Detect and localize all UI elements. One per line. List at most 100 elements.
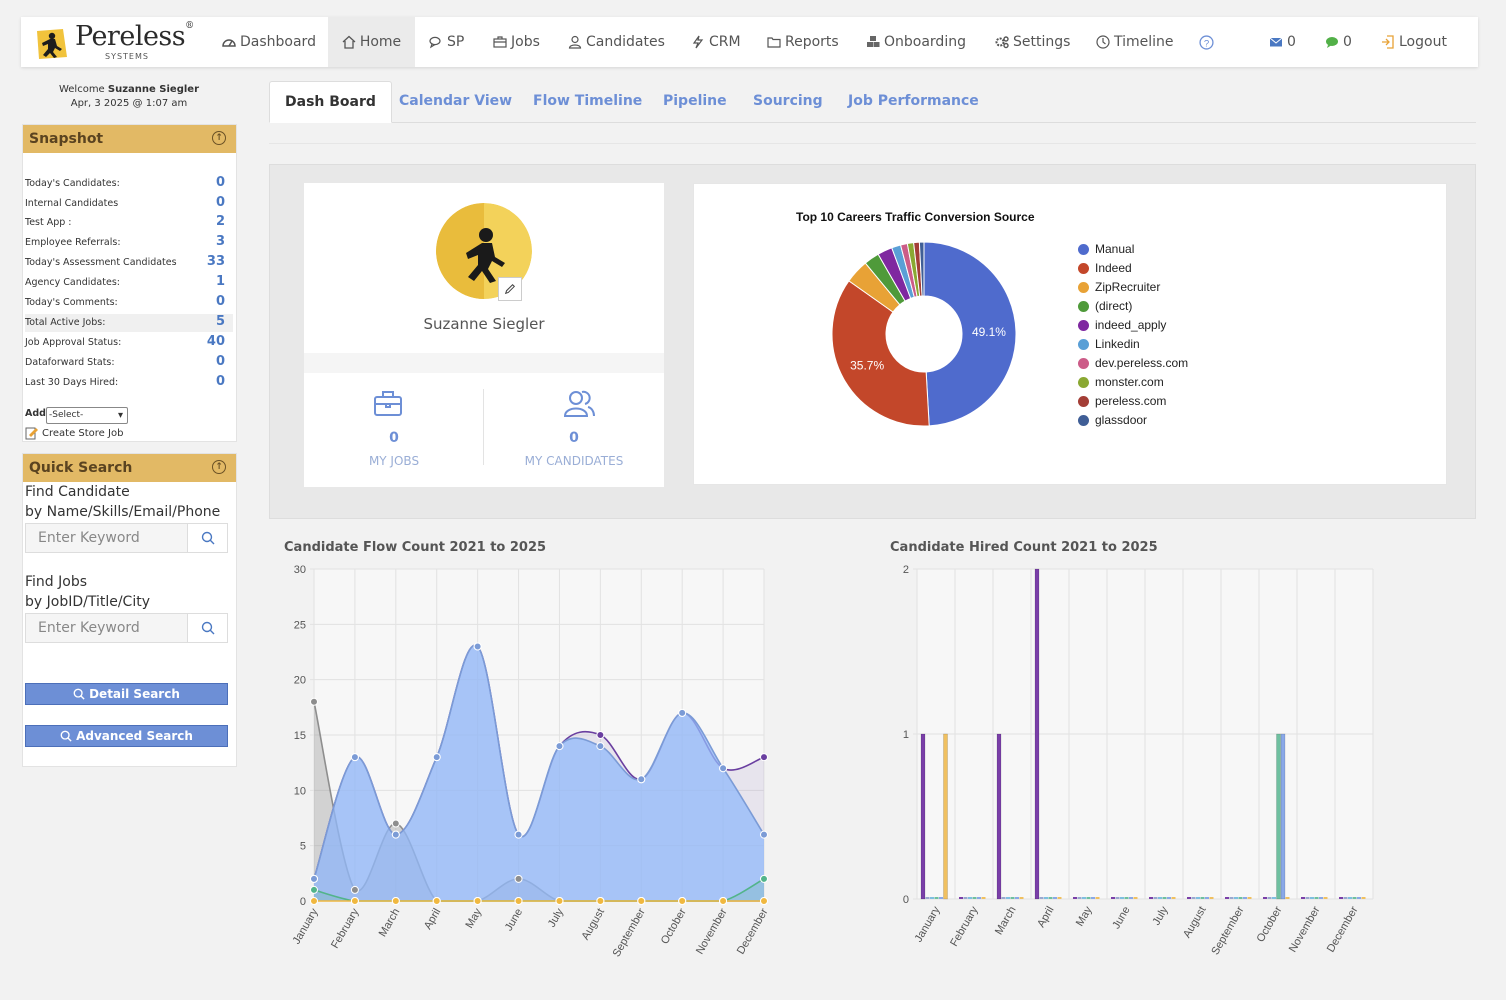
data-point[interactable] xyxy=(514,830,523,839)
data-point[interactable] xyxy=(310,885,318,894)
bar[interactable] xyxy=(1073,897,1077,899)
snapshot-row[interactable]: Today's Comments: 0 xyxy=(25,294,233,312)
candidate-search-button[interactable] xyxy=(187,524,227,552)
legend-item[interactable]: Linkedin xyxy=(1078,336,1140,352)
bar[interactable] xyxy=(1001,897,1006,899)
bar[interactable] xyxy=(1243,897,1247,899)
bar[interactable] xyxy=(1310,897,1314,899)
bar[interactable] xyxy=(972,897,977,899)
bar[interactable] xyxy=(1314,897,1319,899)
snapshot-header[interactable]: Snapshot ↑ xyxy=(23,125,236,153)
bar[interactable] xyxy=(981,897,986,899)
snapshot-row[interactable]: Today's Assessment Candidates 33 xyxy=(25,254,233,272)
pereless-logo[interactable]: Pereless® SYSTEMS xyxy=(33,21,198,63)
bar[interactable] xyxy=(1234,897,1238,899)
data-point[interactable] xyxy=(391,897,400,905)
bar[interactable] xyxy=(1272,897,1276,899)
snapshot-row[interactable]: Internal Candidates 0 xyxy=(25,195,233,213)
legend-item[interactable]: monster.com xyxy=(1078,374,1164,390)
bar[interactable] xyxy=(1343,897,1348,899)
snapshot-row-value[interactable]: 5 xyxy=(216,314,225,329)
snapshot-row[interactable]: Today's Candidates: 0 xyxy=(25,175,233,193)
nav-reports[interactable]: Reports xyxy=(767,17,839,67)
logout-button[interactable]: Logout xyxy=(1381,17,1447,67)
bar[interactable] xyxy=(1238,897,1243,899)
nav-onboarding[interactable]: Onboarding xyxy=(866,17,966,67)
bar[interactable] xyxy=(920,733,926,900)
nav-candidates[interactable]: Candidates xyxy=(568,17,665,67)
tab-sourcing[interactable]: Sourcing xyxy=(738,81,838,123)
data-point[interactable] xyxy=(350,897,359,905)
bar[interactable] xyxy=(968,897,972,899)
snapshot-row[interactable]: Employee Referrals: 3 xyxy=(25,234,233,252)
bar[interactable] xyxy=(1267,897,1272,899)
bar[interactable] xyxy=(1019,897,1024,899)
bar[interactable] xyxy=(1339,897,1343,899)
bar[interactable] xyxy=(1015,897,1019,899)
bar[interactable] xyxy=(1247,897,1252,899)
bar[interactable] xyxy=(963,897,968,899)
bar[interactable] xyxy=(996,733,1002,900)
data-point[interactable] xyxy=(555,897,564,905)
bar[interactable] xyxy=(1196,897,1200,899)
legend-item[interactable]: ZipRecruiter xyxy=(1078,279,1160,295)
candidate-search-input[interactable]: Enter Keyword xyxy=(25,523,228,553)
data-point[interactable] xyxy=(760,753,768,762)
bar[interactable] xyxy=(1053,897,1057,899)
data-point[interactable] xyxy=(596,731,605,739)
tab-pipeline[interactable]: Pipeline xyxy=(648,81,742,123)
bar[interactable] xyxy=(1153,897,1158,899)
nav-settings[interactable]: Settings xyxy=(995,17,1070,67)
data-point[interactable] xyxy=(350,885,359,894)
bar[interactable] xyxy=(1205,897,1209,899)
bar[interactable] xyxy=(1034,568,1040,900)
bar[interactable] xyxy=(1225,897,1229,899)
bar[interactable] xyxy=(934,897,939,899)
nav-crm[interactable]: CRM xyxy=(691,17,741,67)
snapshot-row[interactable]: Last 30 Days Hired: 0 xyxy=(25,374,233,392)
bar[interactable] xyxy=(1039,897,1044,899)
quick-search-header[interactable]: Quick Search ↑ xyxy=(23,454,236,482)
bar[interactable] xyxy=(1149,897,1153,899)
bar[interactable] xyxy=(1006,897,1010,899)
snapshot-row[interactable]: Dataforward Stats: 0 xyxy=(25,354,233,372)
bar[interactable] xyxy=(1209,897,1214,899)
data-point[interactable] xyxy=(760,874,768,883)
tab-dash-board[interactable]: Dash Board xyxy=(269,81,392,123)
tab-flow-timeline[interactable]: Flow Timeline xyxy=(518,81,657,123)
bar[interactable] xyxy=(1111,897,1115,899)
snapshot-row[interactable]: Job Approval Status: 40 xyxy=(25,334,233,352)
bar[interactable] xyxy=(1086,897,1091,899)
chat-button[interactable]: 0 xyxy=(1325,17,1352,67)
bar[interactable] xyxy=(977,897,981,899)
bar[interactable] xyxy=(1323,897,1328,899)
bar[interactable] xyxy=(1010,897,1015,899)
bar[interactable] xyxy=(959,897,963,899)
data-point[interactable] xyxy=(473,897,482,905)
legend-item[interactable]: Indeed xyxy=(1078,260,1132,276)
snapshot-row-value[interactable]: 40 xyxy=(207,334,225,349)
legend-item[interactable]: indeed_apply xyxy=(1078,317,1166,333)
data-point[interactable] xyxy=(596,897,605,905)
data-point[interactable] xyxy=(637,897,646,905)
bar[interactable] xyxy=(1319,897,1323,899)
nav-dashboard[interactable]: Dashboard xyxy=(222,17,328,67)
data-point[interactable] xyxy=(310,874,318,883)
detail-search-button[interactable]: Detail Search xyxy=(25,683,228,705)
collapse-arrow-icon[interactable]: ↑ xyxy=(212,131,226,145)
data-point[interactable] xyxy=(514,874,523,883)
bar[interactable] xyxy=(1301,897,1305,899)
tab-calendar-view[interactable]: Calendar View xyxy=(384,81,527,123)
data-point[interactable] xyxy=(760,897,768,905)
legend-item[interactable]: Manual xyxy=(1078,241,1134,257)
add-select[interactable]: -Select- xyxy=(46,407,128,424)
snapshot-row-value[interactable]: 33 xyxy=(207,254,225,269)
snapshot-row-value[interactable]: 2 xyxy=(216,214,225,229)
bar[interactable] xyxy=(939,897,943,899)
create-store-job-link[interactable]: Create Store Job xyxy=(25,426,123,440)
data-point[interactable] xyxy=(719,764,728,773)
bar[interactable] xyxy=(1082,897,1086,899)
data-point[interactable] xyxy=(678,708,687,717)
bar[interactable] xyxy=(1191,897,1196,899)
bar[interactable] xyxy=(1057,897,1062,899)
